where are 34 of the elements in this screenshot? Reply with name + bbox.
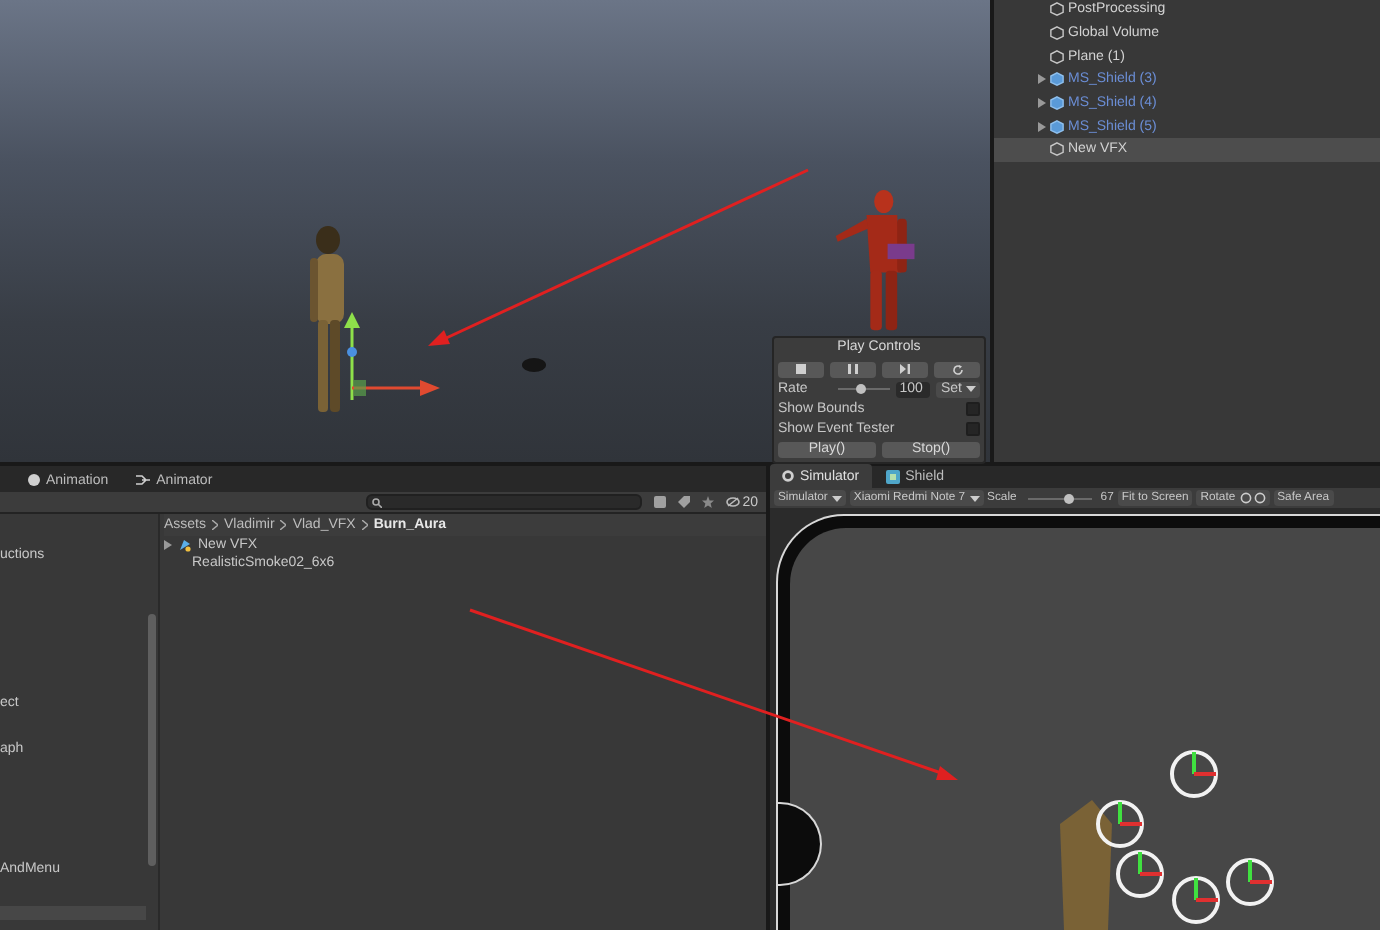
search-icon [372, 497, 383, 507]
rotate-icon [1239, 492, 1266, 504]
expand-caret-icon[interactable] [1038, 121, 1046, 132]
dropdown-caret-icon [831, 495, 842, 501]
shadow-drawing [522, 358, 546, 372]
expand-caret-icon[interactable] [1038, 74, 1046, 85]
chevron-icon [280, 520, 287, 530]
search-field[interactable] [366, 494, 643, 510]
animation-icon [28, 474, 40, 486]
scrollbar[interactable] [146, 514, 160, 930]
step-button[interactable] [882, 361, 928, 377]
chevron-icon [361, 520, 368, 530]
stop-button[interactable] [778, 361, 824, 377]
restart-button[interactable] [934, 361, 980, 377]
prefab-icon [885, 469, 900, 483]
cube-icon [1050, 142, 1064, 157]
checkbox[interactable] [966, 422, 980, 436]
pause-button[interactable] [830, 361, 876, 377]
stop-icon [796, 364, 806, 374]
eye-slash-icon[interactable] [726, 496, 741, 508]
gear-icon [782, 470, 794, 482]
step-icon [900, 364, 910, 374]
dropdown-caret-icon [969, 495, 980, 501]
animator-icon [136, 474, 151, 486]
tag-icon[interactable] [678, 496, 691, 508]
restart-icon [951, 363, 963, 375]
chevron-icon [212, 520, 219, 530]
dropdown-caret-icon [966, 386, 976, 392]
checkbox[interactable] [966, 402, 980, 416]
pause-icon [848, 364, 858, 374]
expand-caret-icon[interactable] [164, 540, 172, 550]
expand-caret-icon[interactable] [1038, 98, 1046, 109]
star-icon[interactable] [702, 496, 715, 508]
vfx-icon [178, 538, 192, 552]
